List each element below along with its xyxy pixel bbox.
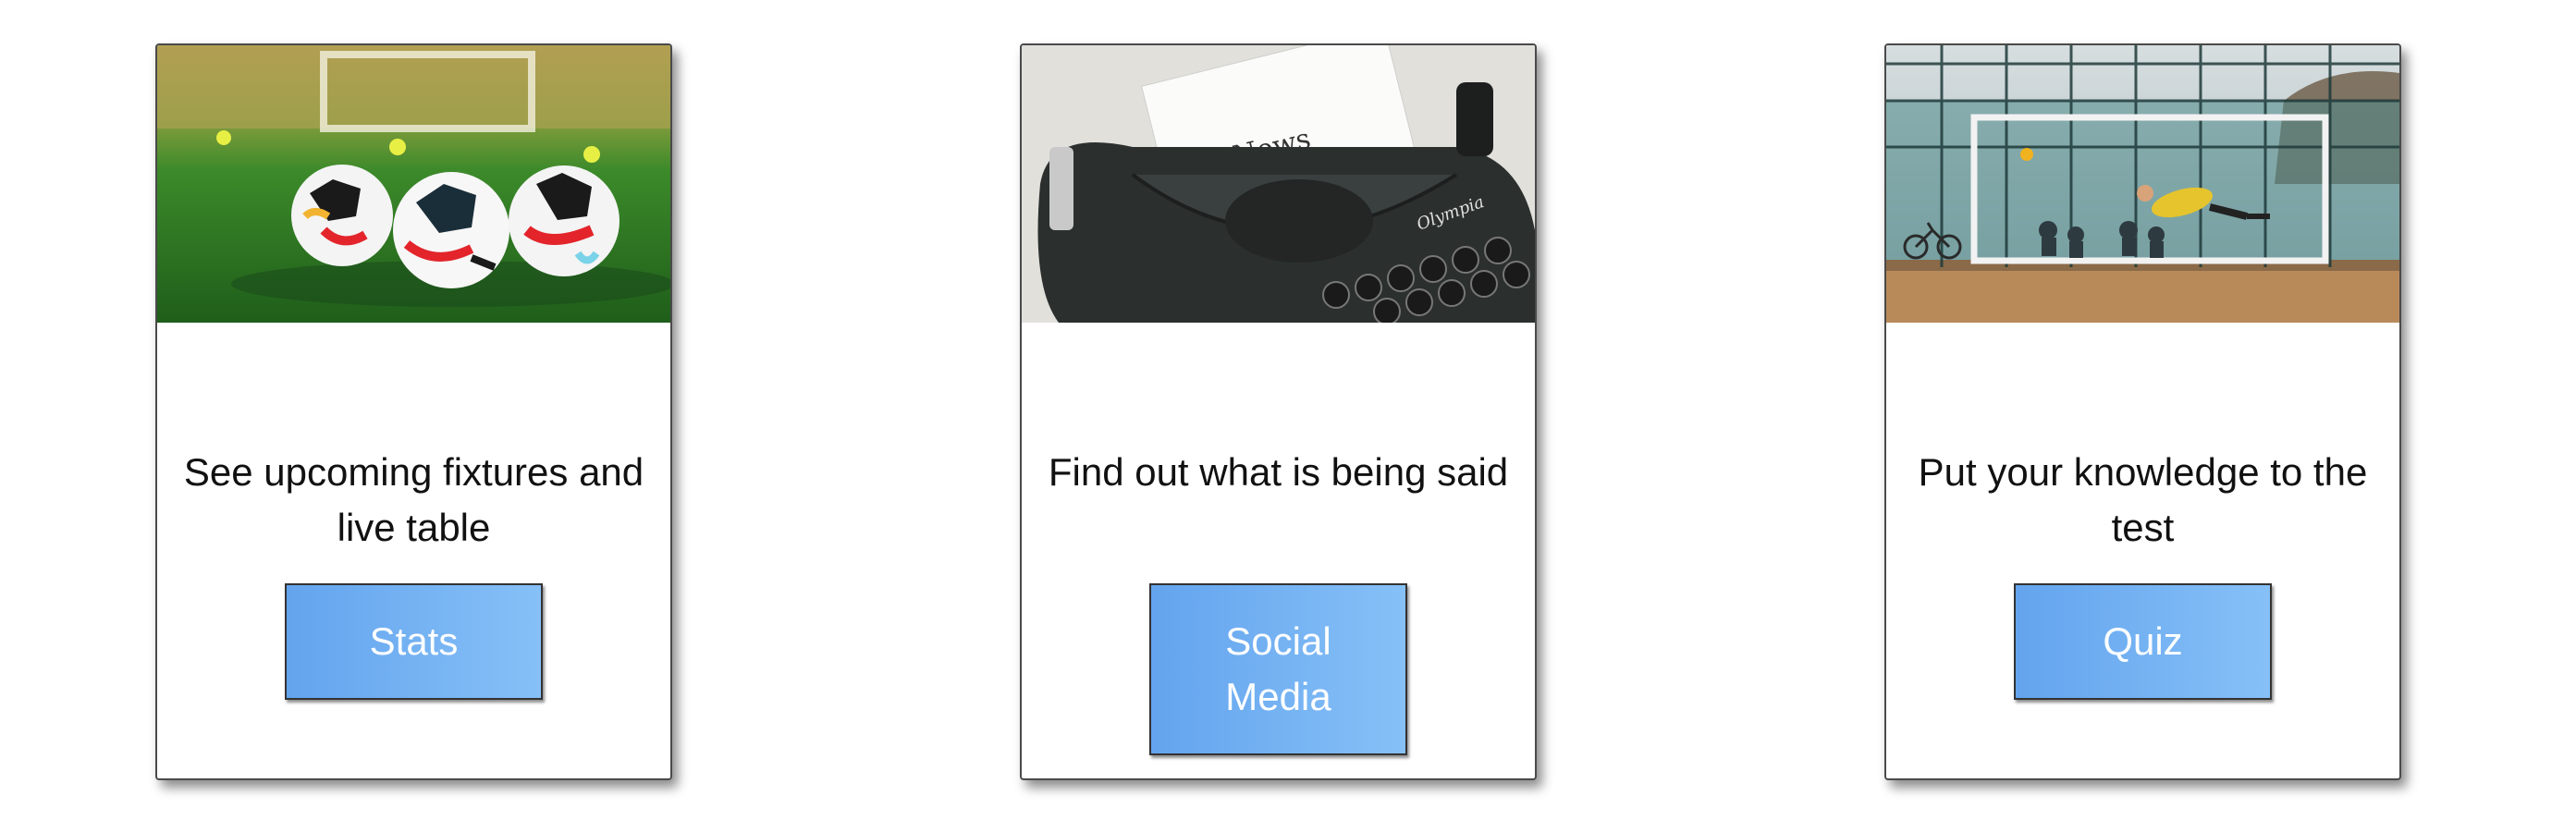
- ball-right-icon: [509, 165, 619, 276]
- social-media-card: News Olympia Find ou: [1020, 43, 1537, 780]
- ball-left-icon: [291, 165, 393, 266]
- typewriter-illustration: News Olympia: [1022, 45, 1535, 323]
- stats-card-description: See upcoming fixtures and live table: [183, 450, 644, 549]
- quiz-button[interactable]: Quiz: [2014, 583, 2272, 700]
- soccer-balls-image: [157, 45, 670, 323]
- quiz-card-description: Put your knowledge to the test: [1918, 450, 2368, 549]
- quiz-card: Put your knowledge to the test Quiz: [1884, 43, 2401, 780]
- ball-in-air-icon: [2020, 148, 2033, 161]
- typewriter-image: News Olympia: [1022, 45, 1535, 323]
- goalkeeper-illustration: [1886, 45, 2399, 323]
- stats-button[interactable]: Stats: [285, 583, 543, 700]
- ball-center-icon: [393, 172, 509, 288]
- stats-card: See upcoming fixtures and live table Sta…: [155, 43, 672, 780]
- goalkeeper-image: [1886, 45, 2399, 323]
- cards-container: See upcoming fixtures and live table Sta…: [0, 0, 2576, 832]
- social-media-card-description: Find out what is being said: [1048, 450, 1509, 494]
- soccer-balls-illustration: [157, 45, 670, 323]
- social-media-button[interactable]: Social Media: [1149, 583, 1407, 755]
